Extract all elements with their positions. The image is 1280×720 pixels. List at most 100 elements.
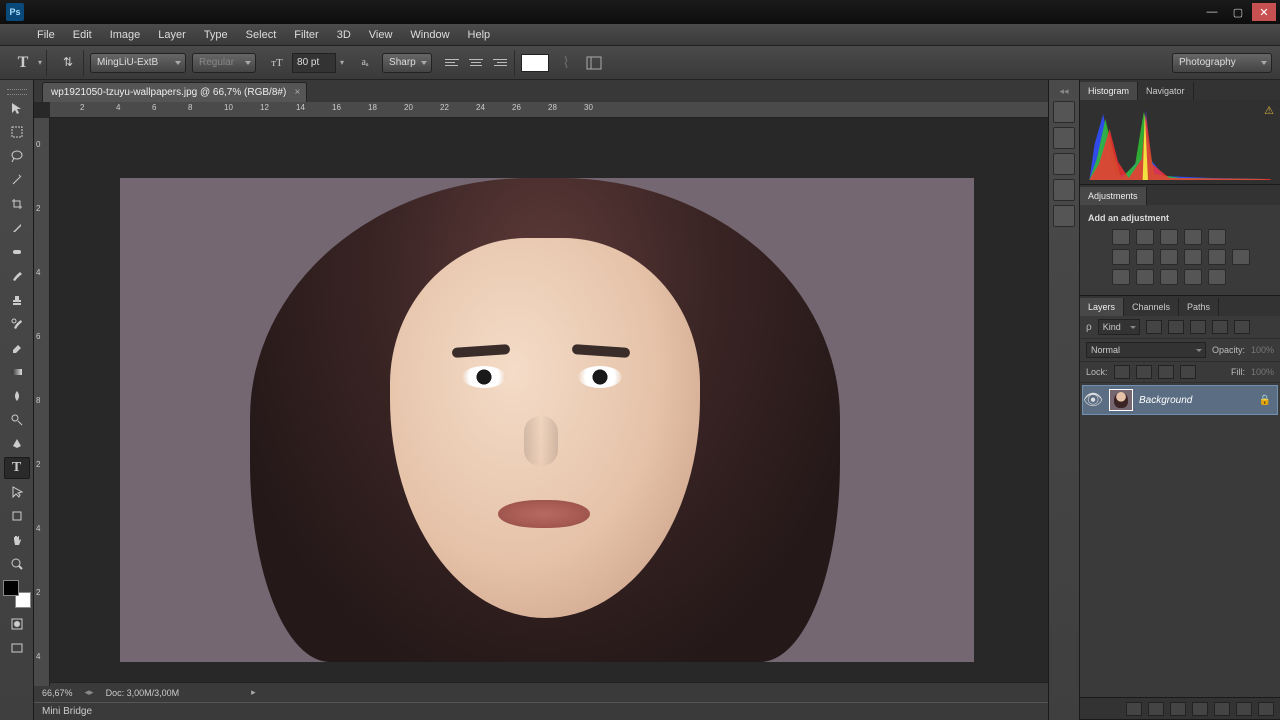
menu-help[interactable]: Help <box>459 27 500 43</box>
curves-icon[interactable] <box>1160 229 1178 245</box>
menu-type[interactable]: Type <box>195 27 237 43</box>
font-style-dropdown[interactable]: Regular <box>192 53 256 73</box>
filter-smart-icon[interactable] <box>1234 320 1250 334</box>
eyedropper-tool[interactable] <box>4 217 30 239</box>
bw-icon[interactable] <box>1160 249 1178 265</box>
menu-select[interactable]: Select <box>237 27 286 43</box>
status-play-icon[interactable]: ▸ <box>251 687 256 698</box>
hand-tool[interactable] <box>4 529 30 551</box>
tab-navigator[interactable]: Navigator <box>1138 82 1194 100</box>
exposure-icon[interactable] <box>1184 229 1202 245</box>
workspace-dropdown[interactable]: Photography <box>1172 53 1272 73</box>
toolbox-handle[interactable] <box>0 88 33 96</box>
fill-value[interactable]: 100% <box>1251 367 1274 377</box>
dock-icon[interactable] <box>1053 101 1075 123</box>
minimize-button[interactable]: — <box>1200 3 1224 21</box>
link-layers-icon[interactable] <box>1126 702 1142 716</box>
type-tool[interactable]: T <box>4 457 30 479</box>
zoom-tool[interactable] <box>4 553 30 575</box>
crop-tool[interactable] <box>4 193 30 215</box>
color-swatches[interactable] <box>3 580 31 608</box>
blend-mode-dropdown[interactable]: Normal <box>1086 342 1206 358</box>
selective-color-icon[interactable] <box>1208 269 1226 285</box>
layer-style-icon[interactable] <box>1148 702 1164 716</box>
font-family-dropdown[interactable]: MingLiU-ExtB <box>90 53 186 73</box>
invert-icon[interactable] <box>1112 269 1130 285</box>
visibility-toggle-icon[interactable]: 👁 <box>1083 390 1103 410</box>
layer-name[interactable]: Background <box>1139 395 1259 406</box>
new-group-icon[interactable] <box>1214 702 1230 716</box>
tab-layers[interactable]: Layers <box>1080 298 1124 316</box>
type-tool-icon[interactable]: T <box>12 52 34 74</box>
filter-type-icon[interactable] <box>1190 320 1206 334</box>
lock-position-icon[interactable] <box>1158 365 1174 379</box>
quickmask-tool[interactable] <box>4 613 30 635</box>
text-color-swatch[interactable] <box>521 54 549 72</box>
character-panel-icon[interactable] <box>583 52 605 74</box>
menu-window[interactable]: Window <box>401 27 458 43</box>
lock-pixels-icon[interactable] <box>1136 365 1152 379</box>
text-orientation-icon[interactable]: ⇅ <box>57 52 79 74</box>
path-selection-tool[interactable] <box>4 481 30 503</box>
warp-text-icon[interactable]: ⌇ <box>555 52 577 74</box>
antialias-dropdown[interactable]: Sharp <box>382 53 432 73</box>
align-right-button[interactable] <box>490 53 510 73</box>
dock-icon[interactable] <box>1053 153 1075 175</box>
menu-layer[interactable]: Layer <box>149 27 195 43</box>
close-tab-icon[interactable]: × <box>294 87 300 98</box>
filter-shape-icon[interactable] <box>1212 320 1228 334</box>
menu-filter[interactable]: Filter <box>285 27 327 43</box>
move-tool[interactable] <box>4 97 30 119</box>
menu-edit[interactable]: Edit <box>64 27 101 43</box>
screen-mode-tool[interactable] <box>4 637 30 659</box>
tab-channels[interactable]: Channels <box>1124 298 1179 316</box>
filter-pixel-icon[interactable] <box>1146 320 1162 334</box>
dock-icon[interactable] <box>1053 127 1075 149</box>
blur-tool[interactable] <box>4 385 30 407</box>
pen-tool[interactable] <box>4 433 30 455</box>
channel-mixer-icon[interactable] <box>1208 249 1226 265</box>
lock-transparency-icon[interactable] <box>1114 365 1130 379</box>
filter-adjust-icon[interactable] <box>1168 320 1184 334</box>
vibrance-icon[interactable] <box>1208 229 1226 245</box>
align-center-button[interactable] <box>466 53 486 73</box>
filter-icon[interactable]: ρ <box>1086 322 1092 333</box>
font-size-input[interactable]: 80 pt <box>292 53 336 73</box>
lock-all-icon[interactable] <box>1180 365 1196 379</box>
photo-filter-icon[interactable] <box>1184 249 1202 265</box>
mini-bridge-tab[interactable]: Mini Bridge <box>34 702 1048 720</box>
foreground-color[interactable] <box>3 580 19 596</box>
canvas-viewport[interactable] <box>50 118 1048 682</box>
tab-histogram[interactable]: Histogram <box>1080 82 1138 100</box>
shape-tool[interactable] <box>4 505 30 527</box>
tab-adjustments[interactable]: Adjustments <box>1080 187 1147 205</box>
size-arrow-icon[interactable]: ▾ <box>340 58 344 67</box>
gradient-map-icon[interactable] <box>1184 269 1202 285</box>
expand-dock-icon[interactable]: ◂◂ <box>1049 86 1079 97</box>
menu-image[interactable]: Image <box>101 27 150 43</box>
layer-mask-icon[interactable] <box>1170 702 1186 716</box>
dodge-tool[interactable] <box>4 409 30 431</box>
marquee-tool[interactable] <box>4 121 30 143</box>
stamp-tool[interactable] <box>4 289 30 311</box>
eraser-tool[interactable] <box>4 337 30 359</box>
canvas-image[interactable] <box>120 178 974 662</box>
wand-tool[interactable] <box>4 169 30 191</box>
ruler-horizontal[interactable]: 24681012141618202224262830 <box>50 102 1048 118</box>
threshold-icon[interactable] <box>1160 269 1178 285</box>
menu-file[interactable]: File <box>28 27 64 43</box>
lasso-tool[interactable] <box>4 145 30 167</box>
healing-tool[interactable] <box>4 241 30 263</box>
ruler-vertical[interactable]: 024682424 <box>34 118 50 686</box>
layer-thumbnail[interactable] <box>1109 389 1133 411</box>
menu-3d[interactable]: 3D <box>328 27 360 43</box>
gradient-tool[interactable] <box>4 361 30 383</box>
align-left-button[interactable] <box>442 53 462 73</box>
posterize-icon[interactable] <box>1136 269 1154 285</box>
preset-arrow-icon[interactable]: ▾ <box>38 58 42 67</box>
delete-layer-icon[interactable] <box>1258 702 1274 716</box>
zoom-level[interactable]: 66,67% <box>42 688 73 698</box>
dock-icon[interactable] <box>1053 205 1075 227</box>
layer-filter-dropdown[interactable]: Kind <box>1098 319 1140 335</box>
color-balance-icon[interactable] <box>1136 249 1154 265</box>
